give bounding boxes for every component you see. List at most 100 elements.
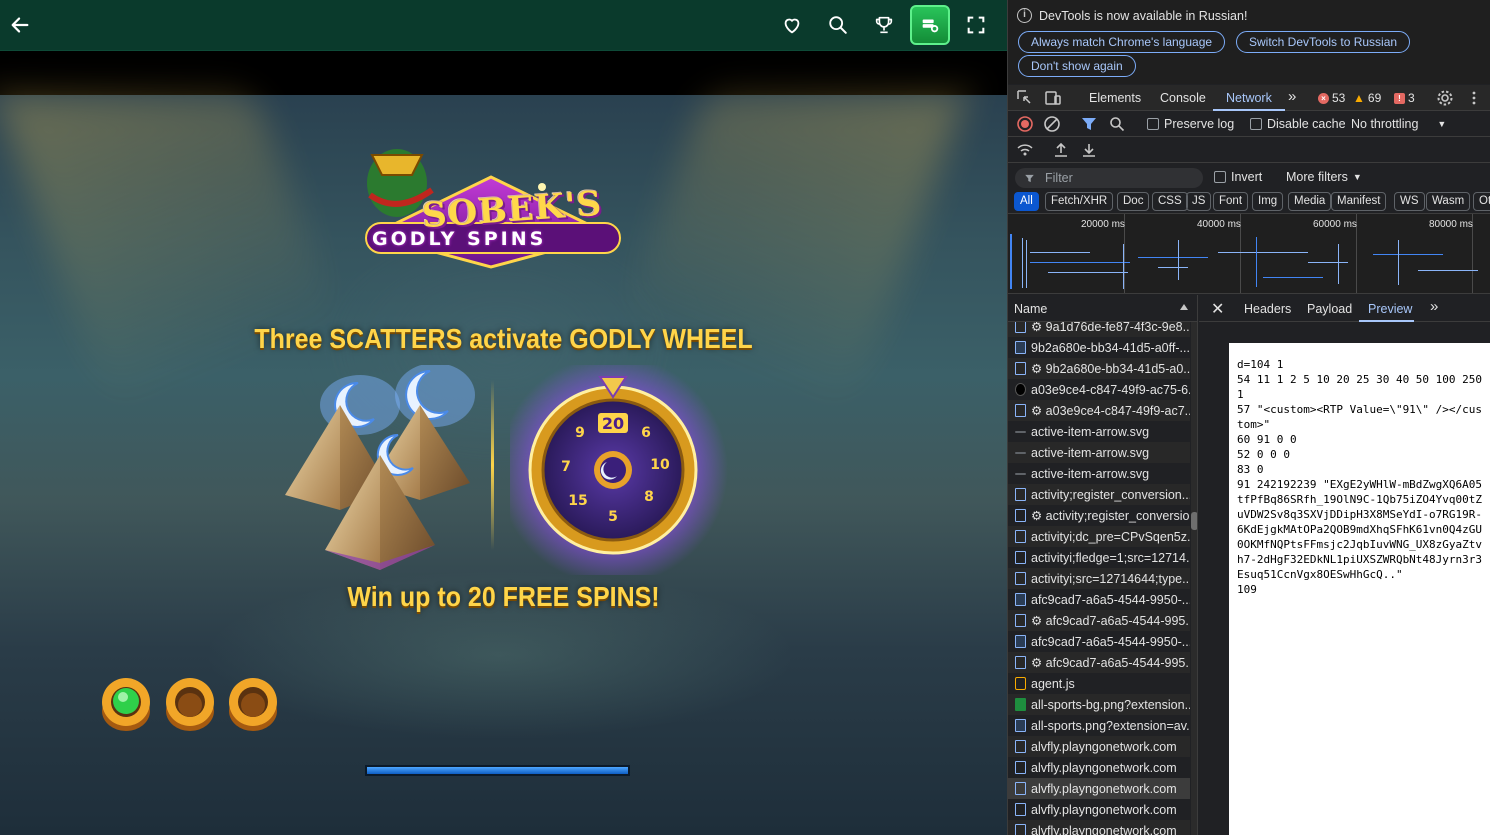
record-stop-icon[interactable] <box>1016 115 1034 133</box>
request-row[interactable]: ⚙ afc9cad7-a6a5-4544-995... <box>1008 652 1190 673</box>
request-row[interactable]: ⚙ activity;register_conversio... <box>1008 505 1190 526</box>
trophy-button[interactable] <box>864 5 904 45</box>
request-row[interactable]: active-item-arrow.svg <box>1008 463 1190 484</box>
request-row[interactable]: activityi;src=12714644;type... <box>1008 568 1190 589</box>
request-name: alvfly.playngonetwork.com <box>1031 739 1177 754</box>
tab-payload[interactable]: Payload <box>1307 302 1352 316</box>
more-tabs-chevron-icon[interactable]: » <box>1430 298 1438 315</box>
request-name: activityi;fledge=1;src=12714... <box>1031 550 1190 565</box>
type-filter-all[interactable]: All <box>1014 192 1039 211</box>
wallet-button[interactable] <box>910 5 950 45</box>
kebab-menu-icon[interactable] <box>1465 89 1483 107</box>
close-icon[interactable]: ✕ <box>1211 299 1224 319</box>
scatter-token-empty[interactable] <box>165 675 215 733</box>
name-column-header[interactable]: Name <box>1008 295 1197 322</box>
type-filter-wasm[interactable]: Wasm <box>1426 192 1471 211</box>
request-row[interactable]: active-item-arrow.svg <box>1008 421 1190 442</box>
throttling-select[interactable]: No throttling ▼ <box>1351 117 1446 131</box>
invert-checkbox[interactable]: Invert <box>1214 170 1262 184</box>
request-name: ⚙ 9b2a680e-bb34-41d5-a0... <box>1031 362 1190 376</box>
settings-gear-icon[interactable] <box>1436 89 1454 107</box>
checkbox-box <box>1214 171 1226 183</box>
request-row[interactable]: ⚙ a03e9ce4-c847-49f9-ac7... <box>1008 400 1190 421</box>
switch-language-button[interactable]: Switch DevTools to Russian <box>1236 31 1411 53</box>
scatter-token-empty[interactable] <box>228 675 278 733</box>
request-row[interactable]: alvfly.playngonetwork.com <box>1008 757 1190 778</box>
device-toolbar-icon[interactable] <box>1044 89 1062 107</box>
request-row[interactable]: a03e9ce4-c847-49f9-ac75-6... <box>1008 379 1190 400</box>
more-tabs-chevron-icon[interactable]: » <box>1288 88 1296 105</box>
type-filter-media[interactable]: Media <box>1288 192 1332 211</box>
type-filter-doc[interactable]: Doc <box>1117 192 1150 211</box>
request-row[interactable]: alvfly.playngonetwork.com <box>1008 736 1190 757</box>
pyramids-scatter-art <box>285 365 475 570</box>
document-icon <box>1015 656 1026 669</box>
tab-headers[interactable]: Headers <box>1244 302 1291 316</box>
network-overview-timeline[interactable]: 20000 ms 40000 ms 60000 ms 80000 ms <box>1008 214 1490 294</box>
export-har-icon[interactable] <box>1080 141 1098 159</box>
favorite-button[interactable] <box>772 5 812 45</box>
detail-tabbar: ✕ Headers Payload Preview » <box>1199 295 1490 322</box>
request-row[interactable]: ⚙ afc9cad7-a6a5-4544-995... <box>1008 610 1190 631</box>
filter-input[interactable]: Filter <box>1015 168 1203 188</box>
import-har-icon[interactable] <box>1052 141 1070 159</box>
disable-cache-checkbox[interactable]: Disable cache <box>1250 117 1346 131</box>
warning-icon: ▲ <box>1353 91 1365 105</box>
tab-network[interactable]: Network <box>1226 91 1272 105</box>
tab-console[interactable]: Console <box>1160 91 1206 105</box>
preserve-log-checkbox[interactable]: Preserve log <box>1147 117 1234 131</box>
request-row[interactable]: alvfly.playngonetwork.com <box>1008 799 1190 820</box>
request-row-selected[interactable]: alvfly.playngonetwork.com <box>1008 778 1190 799</box>
issues-count[interactable]: ! 3 <box>1394 91 1415 105</box>
more-filters-dropdown[interactable]: More filters ▼ <box>1286 170 1362 184</box>
tab-elements[interactable]: Elements <box>1089 91 1141 105</box>
search-icon[interactable] <box>1108 115 1126 133</box>
image-icon <box>1015 383 1026 396</box>
checkbox-box <box>1147 118 1159 130</box>
search-button[interactable] <box>818 5 858 45</box>
type-filter-fetch-xhr[interactable]: Fetch/XHR <box>1045 192 1114 211</box>
response-preview[interactable]: d=104 1 54 11 1 2 5 10 20 25 30 40 50 10… <box>1229 343 1490 835</box>
warning-count[interactable]: ▲ 69 <box>1353 91 1381 105</box>
tab-preview[interactable]: Preview <box>1368 302 1412 316</box>
back-button[interactable] <box>0 5 40 45</box>
request-row[interactable]: ⚙ 9b2a680e-bb34-41d5-a0... <box>1008 358 1190 379</box>
match-language-button[interactable]: Always match Chrome's language <box>1018 31 1226 53</box>
clear-icon[interactable] <box>1043 115 1061 133</box>
error-count[interactable]: × 53 <box>1318 91 1345 105</box>
filter-funnel-icon[interactable] <box>1080 115 1098 133</box>
request-row[interactable]: activity;register_conversion... <box>1008 484 1190 505</box>
type-filter-other[interactable]: Ot <box>1473 192 1490 211</box>
request-row[interactable]: 9b2a680e-bb34-41d5-a0ff-... <box>1008 337 1190 358</box>
loading-progress-bar <box>365 765 630 776</box>
request-row[interactable]: all-sports-bg.png?extension... <box>1008 694 1190 715</box>
inspect-element-icon[interactable] <box>1016 89 1034 107</box>
request-row[interactable]: alvfly.playngonetwork.com <box>1008 820 1190 835</box>
type-filter-font[interactable]: Font <box>1213 192 1249 211</box>
type-filter-css[interactable]: CSS <box>1152 192 1188 211</box>
request-row[interactable]: activityi;fledge=1;src=12714... <box>1008 547 1190 568</box>
request-row[interactable]: activityi;dc_pre=CPvSqen5z... <box>1008 526 1190 547</box>
request-name: a03e9ce4-c847-49f9-ac75-6... <box>1031 382 1190 397</box>
type-filter-manifest[interactable]: Manifest <box>1331 192 1387 211</box>
network-conditions-icon[interactable] <box>1016 141 1034 159</box>
scrollbar-thumb[interactable] <box>1191 512 1197 530</box>
request-row[interactable]: afc9cad7-a6a5-4544-9950-... <box>1008 631 1190 652</box>
request-row[interactable]: afc9cad7-a6a5-4544-9950-... <box>1008 589 1190 610</box>
request-row[interactable]: active-item-arrow.svg <box>1008 442 1190 463</box>
request-list-scrollbar[interactable] <box>1191 322 1197 835</box>
type-filter-ws[interactable]: WS <box>1394 192 1425 211</box>
dont-show-again-button[interactable]: Don't show again <box>1018 55 1136 77</box>
request-row[interactable]: agent.js <box>1008 673 1190 694</box>
request-name: alvfly.playngonetwork.com <box>1031 760 1177 775</box>
document-icon <box>1015 740 1026 753</box>
game-canvas[interactable]: SOBEK'S GODLY SPINS Three SCATTERS activ… <box>0 95 1007 835</box>
type-filter-js[interactable]: JS <box>1186 192 1212 211</box>
request-name: all-sports-bg.png?extension... <box>1031 697 1190 712</box>
document-icon <box>1015 530 1026 543</box>
request-row[interactable]: all-sports.png?extension=av... <box>1008 715 1190 736</box>
request-name: agent.js <box>1031 676 1075 691</box>
scatter-token-active[interactable] <box>101 675 151 733</box>
type-filter-img[interactable]: Img <box>1252 192 1284 211</box>
fullscreen-button[interactable] <box>956 5 996 45</box>
